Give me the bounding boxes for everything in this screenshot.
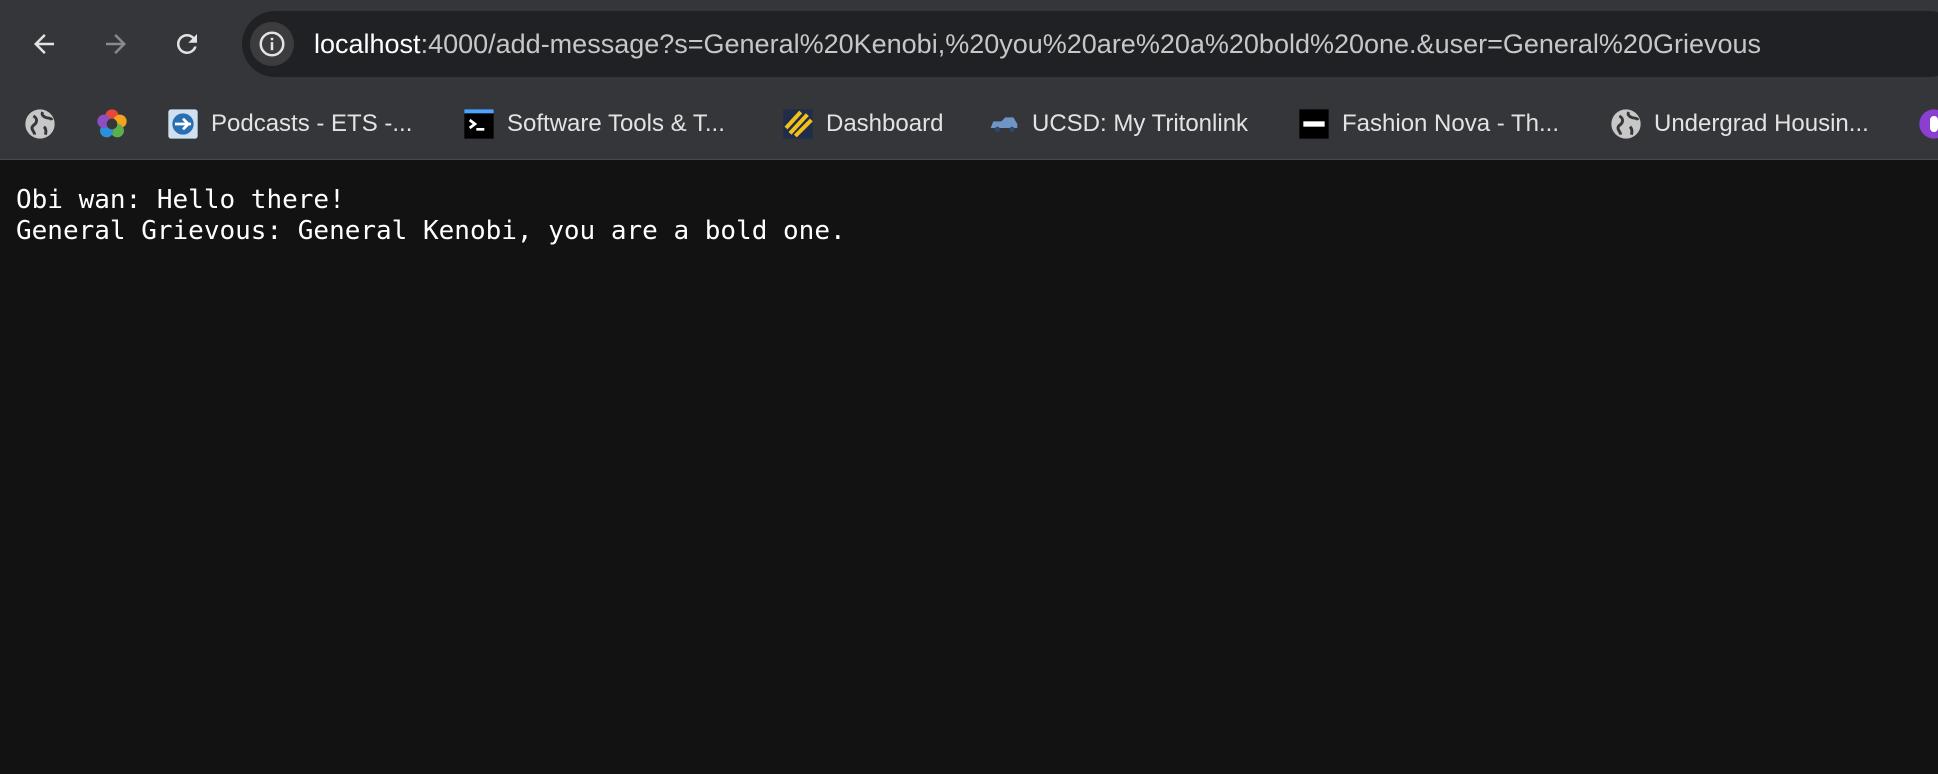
car-icon <box>988 108 1020 140</box>
message-line: Obi wan: Hello there! <box>16 185 345 215</box>
bookmark-label: Fashion Nova - Th... <box>1342 110 1559 137</box>
bookmark-overflow[interactable] <box>1918 106 1938 142</box>
bookmark-label: Undergrad Housin... <box>1654 110 1869 137</box>
bookmark-globe[interactable] <box>24 106 56 142</box>
bookmark-dashboard[interactable]: Dashboard <box>782 106 943 142</box>
globe-icon <box>1610 108 1642 140</box>
bookmark-fashion-nova[interactable]: Fashion Nova - Th... <box>1298 106 1559 142</box>
url-host: localhost <box>314 29 421 59</box>
bookmark-podcasts[interactable]: Podcasts - ETS -... <box>167 106 412 142</box>
colorful-ring-icon <box>96 108 128 140</box>
forward-button[interactable] <box>92 20 140 68</box>
message-line: General Grievous: General Kenobi, you ar… <box>16 216 846 246</box>
bookmark-label: UCSD: My Tritonlink <box>1032 110 1249 137</box>
url-path: :4000/add-message?s=General%20Kenobi,%20… <box>420 29 1761 59</box>
globe-icon <box>24 108 56 140</box>
dashboard-stripes-icon <box>782 108 814 140</box>
bookmark-undergrad-housing[interactable]: Undergrad Housin... <box>1610 106 1869 142</box>
arrow-left-icon <box>34 34 54 54</box>
terminal-icon <box>463 108 495 140</box>
bookmark-tritonlink[interactable]: UCSD: My Tritonlink <box>988 106 1248 142</box>
url-text[interactable]: localhost:4000/add-message?s=General%20K… <box>314 27 1761 61</box>
reload-button[interactable] <box>163 20 211 68</box>
bookmark-software-tools[interactable]: Software Tools & T... <box>463 106 725 142</box>
bookmark-ring[interactable] <box>96 106 128 142</box>
bookmarks-bar: Podcasts - ETS -... Software Tools & T..… <box>0 88 1938 160</box>
podcast-logo-icon <box>167 108 199 140</box>
arrow-right-icon <box>106 34 126 54</box>
address-bar[interactable]: localhost:4000/add-message?s=General%20K… <box>242 11 1938 77</box>
info-icon <box>259 31 285 57</box>
purple-circle-icon <box>1918 108 1938 140</box>
bookmark-label: Dashboard <box>826 110 944 137</box>
fashion-nova-logo-icon <box>1298 108 1330 140</box>
back-button[interactable] <box>20 20 68 68</box>
browser-toolbar: localhost:4000/add-message?s=General%20K… <box>0 0 1938 88</box>
reload-icon <box>176 33 197 54</box>
page-content: Obi wan: Hello there! General Grievous: … <box>0 160 1938 774</box>
bookmark-label: Software Tools & T... <box>507 110 725 137</box>
bookmark-label: Podcasts - ETS -... <box>211 110 413 137</box>
site-info-button[interactable] <box>250 22 294 66</box>
